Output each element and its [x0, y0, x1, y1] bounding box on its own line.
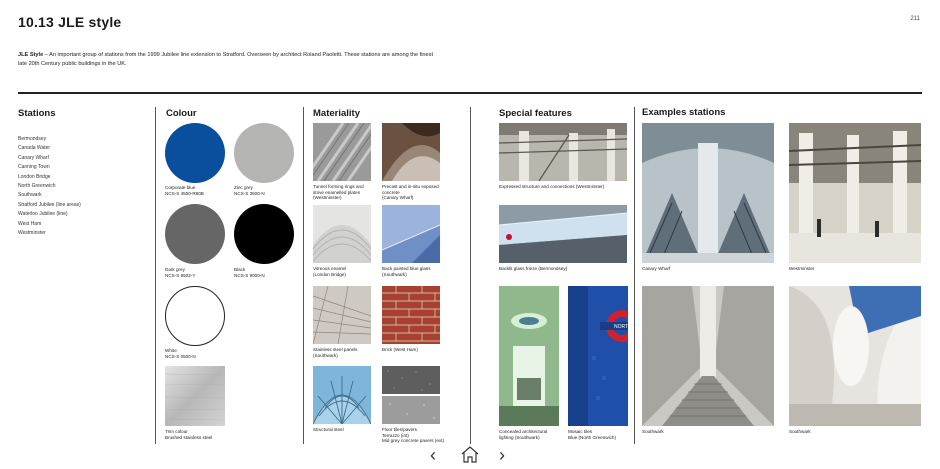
photo-westminster	[789, 123, 921, 263]
list-item: Canada Water	[18, 145, 51, 152]
caption-line: Backlit glass frieze (Bermondsey)	[499, 266, 568, 271]
special-caption: Mosaic tiles Blue (North Greenwich)	[568, 429, 638, 440]
list-item: North Greenwich	[18, 183, 56, 190]
page-number: 211	[910, 16, 920, 22]
colour-swatch-black	[234, 204, 294, 264]
photo-vitreous-enamel	[313, 205, 371, 263]
swatch-caption: Trim colour Brushed stainless steel	[165, 429, 245, 440]
intro-text: – An important group of stations from th…	[18, 52, 434, 67]
list-item: Waterloo Jubilee (line)	[18, 211, 68, 218]
example-caption: Southwark	[789, 429, 811, 434]
caption-line: Mid grey concrete pavers (ext)	[382, 438, 445, 444]
divider	[634, 107, 635, 444]
special-caption: Expressed structure and connections (Wes…	[499, 184, 629, 190]
swatch-caption: Zinc grey NCS-S 3500-N	[234, 185, 304, 196]
photo-southwark-hall	[789, 286, 921, 426]
swatch-caption: Dark grey NCS-S 6502-Y	[165, 267, 235, 278]
example-caption: Canary Wharf	[642, 266, 671, 271]
photo-tunnel-rings	[313, 123, 371, 181]
trim-colour-swatch	[165, 366, 225, 426]
material-caption: Floor tiles/pavers Terrazzo (int) Mid grey…	[382, 427, 467, 444]
list-item: West Ham	[18, 220, 42, 227]
list-item: Southwark	[18, 192, 42, 199]
colour-swatch-dark-grey	[165, 204, 225, 264]
swatch-caption: Black NCS-S 9000-N	[234, 267, 304, 278]
swatch-caption: White NCS-S 0500-N	[165, 348, 235, 359]
list-item: London Bridge	[18, 173, 51, 180]
caption-line: NCS-S 4550-R80B	[165, 190, 204, 196]
photo-exposed-concrete	[382, 123, 440, 181]
caption-line: NCS-S 9000-N	[234, 272, 265, 278]
material-caption: Tunnel forming rings and stove enamelled …	[313, 184, 383, 201]
divider	[155, 107, 156, 444]
material-caption: Stainless steel panels (Southwark)	[313, 347, 383, 358]
caption-line: NCS-S 3500-N	[234, 190, 265, 196]
caption-line: (Southwark)	[382, 271, 407, 277]
home-icon[interactable]	[460, 445, 480, 463]
colour-swatch-zinc-grey	[234, 123, 294, 183]
caption-line: Brick (West Ham)	[382, 347, 418, 352]
photo-expressed-structure	[499, 123, 627, 181]
special-caption: Backlit glass frieze (Bermondsey)	[499, 266, 629, 272]
material-caption: Vitreous enamel (London Bridge)	[313, 266, 383, 277]
material-caption: Structural steel	[313, 427, 383, 433]
list-item: Canary Wharf	[18, 154, 49, 161]
caption-line: NCS-S 0500-N	[165, 353, 196, 359]
photo-mosaic-tiles: NORTH	[568, 286, 628, 426]
list-item: Canning Town	[18, 164, 50, 171]
stations-list: Bermondsey Canada Water Canary Wharf Can…	[18, 135, 81, 238]
list-item: Westminster	[18, 230, 46, 237]
caption-line: (Canary Wharf)	[382, 195, 414, 201]
next-page-button[interactable]: ›	[499, 446, 505, 464]
swatch-caption: Corporate blue NCS-S 4550-R80B	[165, 185, 235, 196]
heading-colour: Colour	[166, 108, 197, 119]
material-caption: Back painted blue glass (Southwark)	[382, 266, 452, 277]
heading-stations: Stations	[18, 108, 56, 119]
material-caption: Brick (West Ham)	[382, 347, 452, 353]
photo-terrazzo-tiles	[382, 366, 440, 394]
intro-paragraph: JLE Style – An important group of statio…	[18, 51, 438, 69]
special-caption: Concealed architectural lighting (Southwa…	[499, 429, 569, 440]
photo-structural-steel	[313, 366, 371, 424]
photo-backlit-frieze	[499, 205, 627, 263]
caption-line: (Westminster)	[313, 195, 342, 201]
caption-line: Blue (North Greenwich)	[568, 434, 616, 440]
photo-brick	[382, 286, 440, 344]
example-caption: Southwark	[642, 429, 664, 434]
photo-canary-wharf	[642, 123, 774, 263]
previous-page-button[interactable]: ‹	[430, 446, 436, 464]
header-rule	[18, 92, 922, 94]
caption-line: (London Bridge)	[313, 271, 346, 277]
photo-southwark-stairs	[642, 286, 774, 426]
intro-bold: JLE Style	[18, 52, 44, 58]
list-item: Bermondsey	[18, 136, 47, 142]
heading-materiality: Materiality	[313, 108, 360, 119]
caption-line: lighting (Southwark)	[499, 434, 540, 440]
divider	[470, 107, 471, 444]
colour-swatch-white	[165, 286, 225, 346]
caption-line: Structural steel	[313, 427, 344, 432]
example-caption: Westminster	[789, 266, 815, 271]
caption-line: Expressed structure and connections (Wes…	[499, 184, 605, 189]
photo-concealed-lighting	[499, 286, 559, 426]
colour-swatch-corporate-blue	[165, 123, 225, 183]
caption-line: (Southwark)	[313, 352, 338, 358]
photo-concrete-pavers	[382, 396, 440, 424]
heading-example-stations: Examples stations	[642, 107, 726, 118]
photo-stainless-panels	[313, 286, 371, 344]
photo-blue-glass	[382, 205, 440, 263]
caption-line: NCS-S 6502-Y	[165, 272, 196, 278]
caption-line: Brushed stainless steel	[165, 434, 213, 440]
svg-text:NORTH: NORTH	[614, 324, 628, 330]
list-item: Stratford Jubilee (line areas)	[18, 201, 81, 208]
heading-special-features: Special features	[499, 108, 572, 119]
page-title: 10.13 JLE style	[18, 14, 122, 30]
material-caption: Precast and in-situ exposed concrete (Cana…	[382, 184, 452, 201]
